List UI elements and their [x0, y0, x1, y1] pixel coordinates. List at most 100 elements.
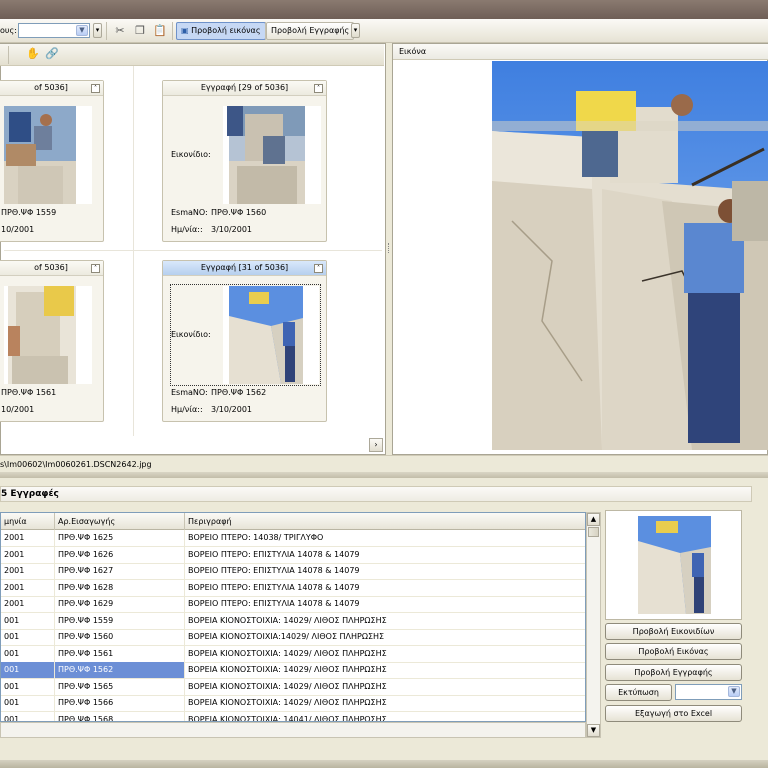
esma-value: ΠΡΘ.ΨΦ 1560 [211, 208, 267, 217]
file-path-bar: s\Im00602\Im0060261.DSCN2642.jpg [0, 455, 768, 472]
cell-desc: ΒΟΡΕΙΟ ΠΤΕΡΟ: ΕΠΙΣΤΥΛΙΑ 14078 & 14079 [185, 580, 585, 596]
paste-icon[interactable]: 📋 [153, 24, 167, 38]
cell-desc: ΒΟΡΕΙΑ ΚΙΟΝΟΣΤΟΙΧΙΑ:14029/ ΛΙΘΟΣ ΠΛΗΡΩΣΗ… [185, 629, 585, 645]
collapse-icon[interactable]: ˄ [91, 84, 100, 93]
chevron-down-icon[interactable]: ▼ [728, 686, 740, 697]
cell-num: ΠΡΘ.ΨΦ 1626 [55, 546, 185, 563]
toolbar-separator [172, 22, 173, 40]
table-row[interactable]: 001 ΠΡΘ.ΨΦ 1568 ΒΟΡΕΙΑ ΚΙΟΝΟΣΤΟΙΧΙΑ: 14041… [1, 711, 585, 722]
filter-combo[interactable]: ▼ [18, 23, 90, 38]
card-thumbnail [223, 286, 319, 384]
table-row[interactable]: 001 ΠΡΘ.ΨΦ 1566 ΒΟΡΕΙΑ ΚΙΟΝΟΣΤΟΙΧΙΑ: 14029… [1, 695, 585, 712]
table-row[interactable]: 2001 ΠΡΘ.ΨΦ 1629 ΒΟΡΕΙΟ ΠΤΕΡΟ: ΕΠΙΣΤΥΛΙΑ 1… [1, 596, 585, 613]
date-value: 10/2001 [1, 225, 35, 234]
grid-divider [133, 66, 134, 436]
table-row[interactable]: 001 ΠΡΘ.ΨΦ 1565 ΒΟΡΕΙΑ ΚΙΟΝΟΣΤΟΙΧΙΑ: 14029… [1, 678, 585, 696]
cell-num: ΠΡΘ.ΨΦ 1565 [55, 678, 185, 695]
cell-date: 001 [1, 612, 55, 629]
main-photo [492, 61, 768, 450]
record-card-selected[interactable]: Εγγραφή [31 of 5036] ˄ Εικονίδιο: EsmaNO… [162, 260, 327, 422]
cell-date: 2001 [1, 546, 55, 563]
date-label: Ημ/νία:: [171, 405, 203, 414]
grid-divider [4, 250, 382, 251]
grid-header: μηνία Αρ.Εισαγωγής Περιγραφή [1, 513, 585, 530]
column-header-description[interactable]: Περιγραφή [185, 513, 585, 530]
toolbar-separator [106, 22, 107, 40]
pan-hand-icon[interactable]: ✋ [26, 47, 40, 61]
print-button[interactable]: Εκτύπωση [605, 684, 672, 701]
scroll-right-button[interactable]: › [369, 438, 383, 452]
date-value: 10/2001 [1, 405, 35, 414]
cell-num: ΠΡΘ.ΨΦ 1561 [55, 645, 185, 662]
grid-vertical-scrollbar[interactable]: ▲ ▼ [586, 512, 601, 738]
grid-horizontal-scrollbar[interactable] [0, 722, 586, 738]
card-thumbnail [223, 106, 321, 204]
cell-num: ΠΡΘ.ΨΦ 1628 [55, 579, 185, 596]
table-row[interactable]: 2001 ΠΡΘ.ΨΦ 1628 ΒΟΡΕΙΟ ΠΤΕΡΟ: ΕΠΙΣΤΥΛΙΑ 1… [1, 579, 585, 597]
card-header: Εγγραφή [31 of 5036] [163, 261, 326, 276]
cell-desc: ΒΟΡΕΙΑ ΚΙΟΝΟΣΤΟΙΧΙΑ: 14041/ ΛΙΘΟΣ ΠΛΗΡΩΣ… [185, 712, 585, 722]
collapse-icon[interactable]: ˄ [314, 84, 323, 93]
card-title: Εγγραφή [31 of 5036] [200, 263, 289, 272]
cell-date: 001 [1, 711, 55, 721]
table-row[interactable]: 2001 ΠΡΘ.ΨΦ 1625 ΒΟΡΕΙΟ ΠΤΕΡΟ: 14038/ ΤΡΙΓ… [1, 530, 585, 547]
cell-num: ΠΡΘ.ΨΦ 1560 [55, 629, 185, 645]
cell-num: ΠΡΘ.ΨΦ 1566 [55, 695, 185, 711]
table-row[interactable]: 2001 ΠΡΘ.ΨΦ 1627 ΒΟΡΕΙΟ ΠΤΕΡΟ: ΕΠΙΣΤΥΛΙΑ 1… [1, 563, 585, 580]
record-card[interactable]: of 5036] ˄ ΠΡΘ.ΨΦ 1561 10/2001 [0, 260, 104, 422]
scroll-down-button[interactable]: ▼ [587, 724, 600, 737]
cell-desc: ΒΟΡΕΙΑ ΚΙΟΝΟΣΤΟΙΧΙΑ: 14029/ ΛΙΘΟΣ ΠΛΗΡΩΣ… [185, 613, 585, 629]
record-card[interactable]: Εγγραφή [29 of 5036] ˄ Εικονίδιο: EsmaNO… [162, 80, 327, 242]
view-thumbnails-button[interactable]: Προβολή Εικονιδίων [605, 623, 742, 640]
scroll-thumb[interactable] [588, 527, 599, 537]
cell-date: 2001 [1, 596, 55, 612]
view-record-dropdown[interactable]: ▾ [351, 23, 360, 38]
view-image-button[interactable]: Προβολή Εικόνας [605, 643, 742, 660]
chevron-down-icon[interactable]: ▼ [76, 25, 88, 36]
cell-date: 001 [1, 629, 55, 645]
table-row-selected[interactable]: 001 ΠΡΘ.ΨΦ 1562 ΒΟΡΕΙΑ ΚΙΟΝΟΣΤΟΙΧΙΑ: 14029… [1, 662, 585, 679]
records-count: 5 Εγγραφές [1, 489, 59, 499]
copy-icon[interactable]: ❐ [133, 24, 147, 38]
card-header: of 5036] [0, 81, 103, 96]
collapse-icon[interactable]: ˄ [314, 264, 323, 273]
cell-date: 001 [1, 678, 55, 695]
view-image-toggle[interactable]: ▣ Προβολή εικόνας [176, 22, 266, 40]
date-value: 3/10/2001 [211, 225, 253, 234]
view-image-label: Προβολή εικόνας [191, 26, 261, 35]
export-excel-button[interactable]: Εξαγωγή στο Excel [605, 705, 742, 722]
date-value: 3/10/2001 [211, 405, 253, 414]
cell-desc: ΒΟΡΕΙΟ ΠΤΕΡΟ: 14038/ ΤΡΙΓΛΥΦΟ [185, 530, 585, 546]
combo-extra-button[interactable]: ▾ [93, 23, 102, 38]
cell-date: 001 [1, 695, 55, 711]
view-record-button[interactable]: Προβολή Εγγραφής [266, 22, 355, 40]
card-header: of 5036] [0, 261, 103, 276]
record-card[interactable]: of 5036] ˄ ΠΡΘ.ΨΦ 1559 10/2001 [0, 80, 104, 242]
cut-icon[interactable]: ✂ [113, 24, 127, 38]
column-header-date[interactable]: μηνία [1, 513, 55, 530]
esma-value: ΠΡΘ.ΨΦ 1559 [1, 208, 57, 217]
view-record-label: Προβολή Εγγραφής [271, 26, 350, 35]
thumbnail-toolbar: ✋ 🔗 [0, 44, 384, 66]
selected-thumbnail [605, 510, 742, 620]
table-row[interactable]: 2001 ΠΡΘ.ΨΦ 1626 ΒΟΡΕΙΟ ΠΤΕΡΟ: ΕΠΙΣΤΥΛΙΑ 1… [1, 546, 585, 564]
cell-desc: ΒΟΡΕΙΟ ΠΤΕΡΟ: ΕΠΙΣΤΥΛΙΑ 14078 & 14079 [185, 547, 585, 563]
image-view-icon: ▣ [181, 26, 189, 35]
scroll-up-button[interactable]: ▲ [587, 513, 600, 526]
collapse-icon[interactable]: ˄ [91, 264, 100, 273]
view-record-button-side[interactable]: Προβολή Εγγραφής [605, 664, 742, 681]
cell-num: ΠΡΘ.ΨΦ 1627 [55, 563, 185, 579]
column-header-number[interactable]: Αρ.Εισαγωγής [55, 513, 185, 530]
image-panel-header: Εικόνα [393, 44, 768, 60]
cell-desc: ΒΟΡΕΙΟ ΠΤΕΡΟ: ΕΠΙΣΤΥΛΙΑ 14078 & 14079 [185, 563, 585, 579]
card-thumbnail [4, 286, 92, 384]
cell-num: ΠΡΘ.ΨΦ 1625 [55, 530, 185, 546]
table-row[interactable]: 001 ΠΡΘ.ΨΦ 1559 ΒΟΡΕΙΑ ΚΙΟΝΟΣΤΟΙΧΙΑ: 14029… [1, 612, 585, 630]
esma-value: ΠΡΘ.ΨΦ 1562 [211, 388, 267, 397]
print-options-select[interactable]: ▼ [675, 684, 742, 700]
link-icon[interactable]: 🔗 [45, 47, 59, 61]
table-row[interactable]: 001 ΠΡΘ.ΨΦ 1561 ΒΟΡΕΙΑ ΚΙΟΝΟΣΤΟΙΧΙΑ: 14029… [1, 645, 585, 663]
cell-desc: ΒΟΡΕΙΟ ΠΤΕΡΟ: ΕΠΙΣΤΥΛΙΑ 14078 & 14079 [185, 596, 585, 612]
cell-date: 2001 [1, 579, 55, 596]
table-row[interactable]: 001 ΠΡΘ.ΨΦ 1560 ΒΟΡΕΙΑ ΚΙΟΝΟΣΤΟΙΧΙΑ:14029/… [1, 629, 585, 646]
